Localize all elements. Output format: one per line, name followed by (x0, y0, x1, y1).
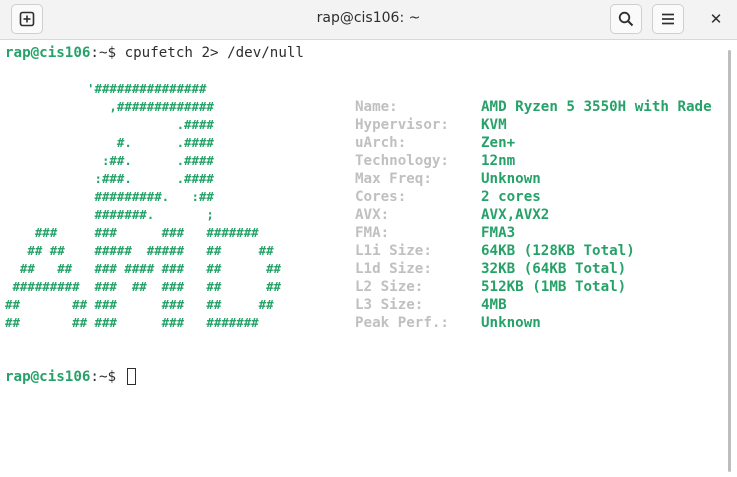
search-button[interactable] (610, 4, 642, 34)
command-text: cpufetch 2> /dev/null (124, 45, 304, 61)
ascii-logo-line: #. .#### (5, 135, 214, 150)
command-line: rap@cis106:~$ cpufetch 2> /dev/null (5, 44, 725, 62)
cpu-info-row: Name: AMD Ryzen 5 3550H with Rade (355, 98, 735, 116)
title-bar: rap@cis106: ~ ✕ (0, 0, 737, 40)
ascii-logo-line: ## ## ### ### ## ## (5, 297, 274, 312)
ascii-logo-line: .#### (5, 117, 214, 132)
cpu-info-row: uArch: Zen+ (355, 134, 735, 152)
hamburger-menu-icon (662, 13, 674, 25)
prompt-line-container[interactable]: rap@cis106:~$ (5, 368, 725, 388)
ascii-logo-line: ,############# (5, 99, 214, 114)
cpu-info-row: L3 Size: 4MB (355, 296, 735, 314)
ascii-logo-line: ### ### ### ####### (5, 225, 259, 240)
cpu-info-row: Max Freq: Unknown (355, 170, 735, 188)
ascii-logo-line: ## ## ### #### ### ## ## (5, 261, 282, 276)
cpu-info-key: Name: (355, 99, 398, 115)
cpu-info-row: L2 Size: 512KB (1MB Total) (355, 278, 735, 296)
cpu-info-key: L3 Size: (355, 297, 424, 313)
prompt-path: :~$ (90, 369, 125, 385)
cpu-info-key: L1d Size: (355, 261, 432, 277)
cpu-info-value: AVX,AVX2 (481, 207, 550, 223)
close-icon: ✕ (709, 10, 723, 28)
cpu-info-row: L1d Size: 32KB (64KB Total) (355, 260, 735, 278)
cpu-info-value: Unknown (481, 315, 541, 331)
cpu-info-key: Peak Perf.: (355, 315, 449, 331)
cpu-info-value: 32KB (64KB Total) (481, 261, 627, 277)
cpu-info-row: L1i Size: 64KB (128KB Total) (355, 242, 735, 260)
ascii-logo-line: :##. .#### (5, 153, 214, 168)
cpu-info-value: 4MB (481, 297, 507, 313)
text-cursor (126, 368, 136, 385)
cpu-info-value: 64KB (128KB Total) (481, 243, 635, 259)
cpu-info-value: 12nm (481, 153, 516, 169)
cpu-info-value: AMD Ryzen 5 3550H with Rade (481, 99, 712, 115)
cpu-info-key: uArch: (355, 135, 407, 151)
cpu-info-key: Cores: (355, 189, 407, 205)
prompt-user: rap@cis106 (5, 45, 91, 61)
cpu-info-row: Technology: 12nm (355, 152, 735, 170)
cpu-info-key: AVX: (355, 207, 390, 223)
cpu-info-list: Name: AMD Ryzen 5 3550H with Rade Hypervis… (355, 98, 735, 332)
close-button[interactable]: ✕ (700, 4, 732, 34)
cpu-info-value: KVM (481, 117, 507, 133)
cpu-info-row: Hypervisor: KVM (355, 116, 735, 134)
cpu-info-key: L1i Size: (355, 243, 432, 259)
cpu-info-row: Peak Perf.: Unknown (355, 314, 735, 332)
cpu-info-value: FMA3 (481, 225, 516, 241)
active-prompt-line: rap@cis106:~$ (5, 368, 725, 386)
ascii-logo-line: ## ## ### ### ####### (5, 315, 259, 330)
cpu-vendor-ascii-logo: '############### ,############# .#### #.… (5, 80, 350, 332)
ascii-logo-line: #########. :## (5, 189, 214, 204)
ascii-logo-line: '############### (5, 81, 207, 96)
cpu-info-row: FMA: FMA3 (355, 224, 735, 242)
scrollbar-thumb[interactable] (728, 50, 731, 472)
ascii-logo-line: ## ## ##### ##### ## ## (5, 243, 274, 258)
cpu-info-key: Hypervisor: (355, 117, 449, 133)
cpu-info-row: Cores: 2 cores (355, 188, 735, 206)
cpu-info-value: Zen+ (481, 135, 516, 151)
ascii-logo-line: ######### ### ## ### ## ## (5, 279, 282, 294)
prompt-path: :~$ (90, 45, 125, 61)
cpu-info-value: 2 cores (481, 189, 541, 205)
scrollbar[interactable] (726, 44, 734, 474)
cpu-info-key: FMA: (355, 225, 390, 241)
cpu-info-value: Unknown (481, 171, 541, 187)
terminal-window: rap@cis106: ~ ✕ rap@cis106:~$ cpufetch 2… (0, 0, 737, 477)
ascii-logo-line: #######. ; (5, 207, 214, 222)
search-icon (618, 11, 634, 27)
prompt-user: rap@cis106 (5, 369, 91, 385)
menu-button[interactable] (652, 4, 684, 34)
cpu-info-key: L2 Size: (355, 279, 424, 295)
ascii-logo-line: :###. .#### (5, 171, 214, 186)
cpu-info-key: Max Freq: (355, 171, 432, 187)
cpu-info-value: 512KB (1MB Total) (481, 279, 627, 295)
cpu-info-row: AVX: AVX,AVX2 (355, 206, 735, 224)
cpu-info-key: Technology: (355, 153, 449, 169)
